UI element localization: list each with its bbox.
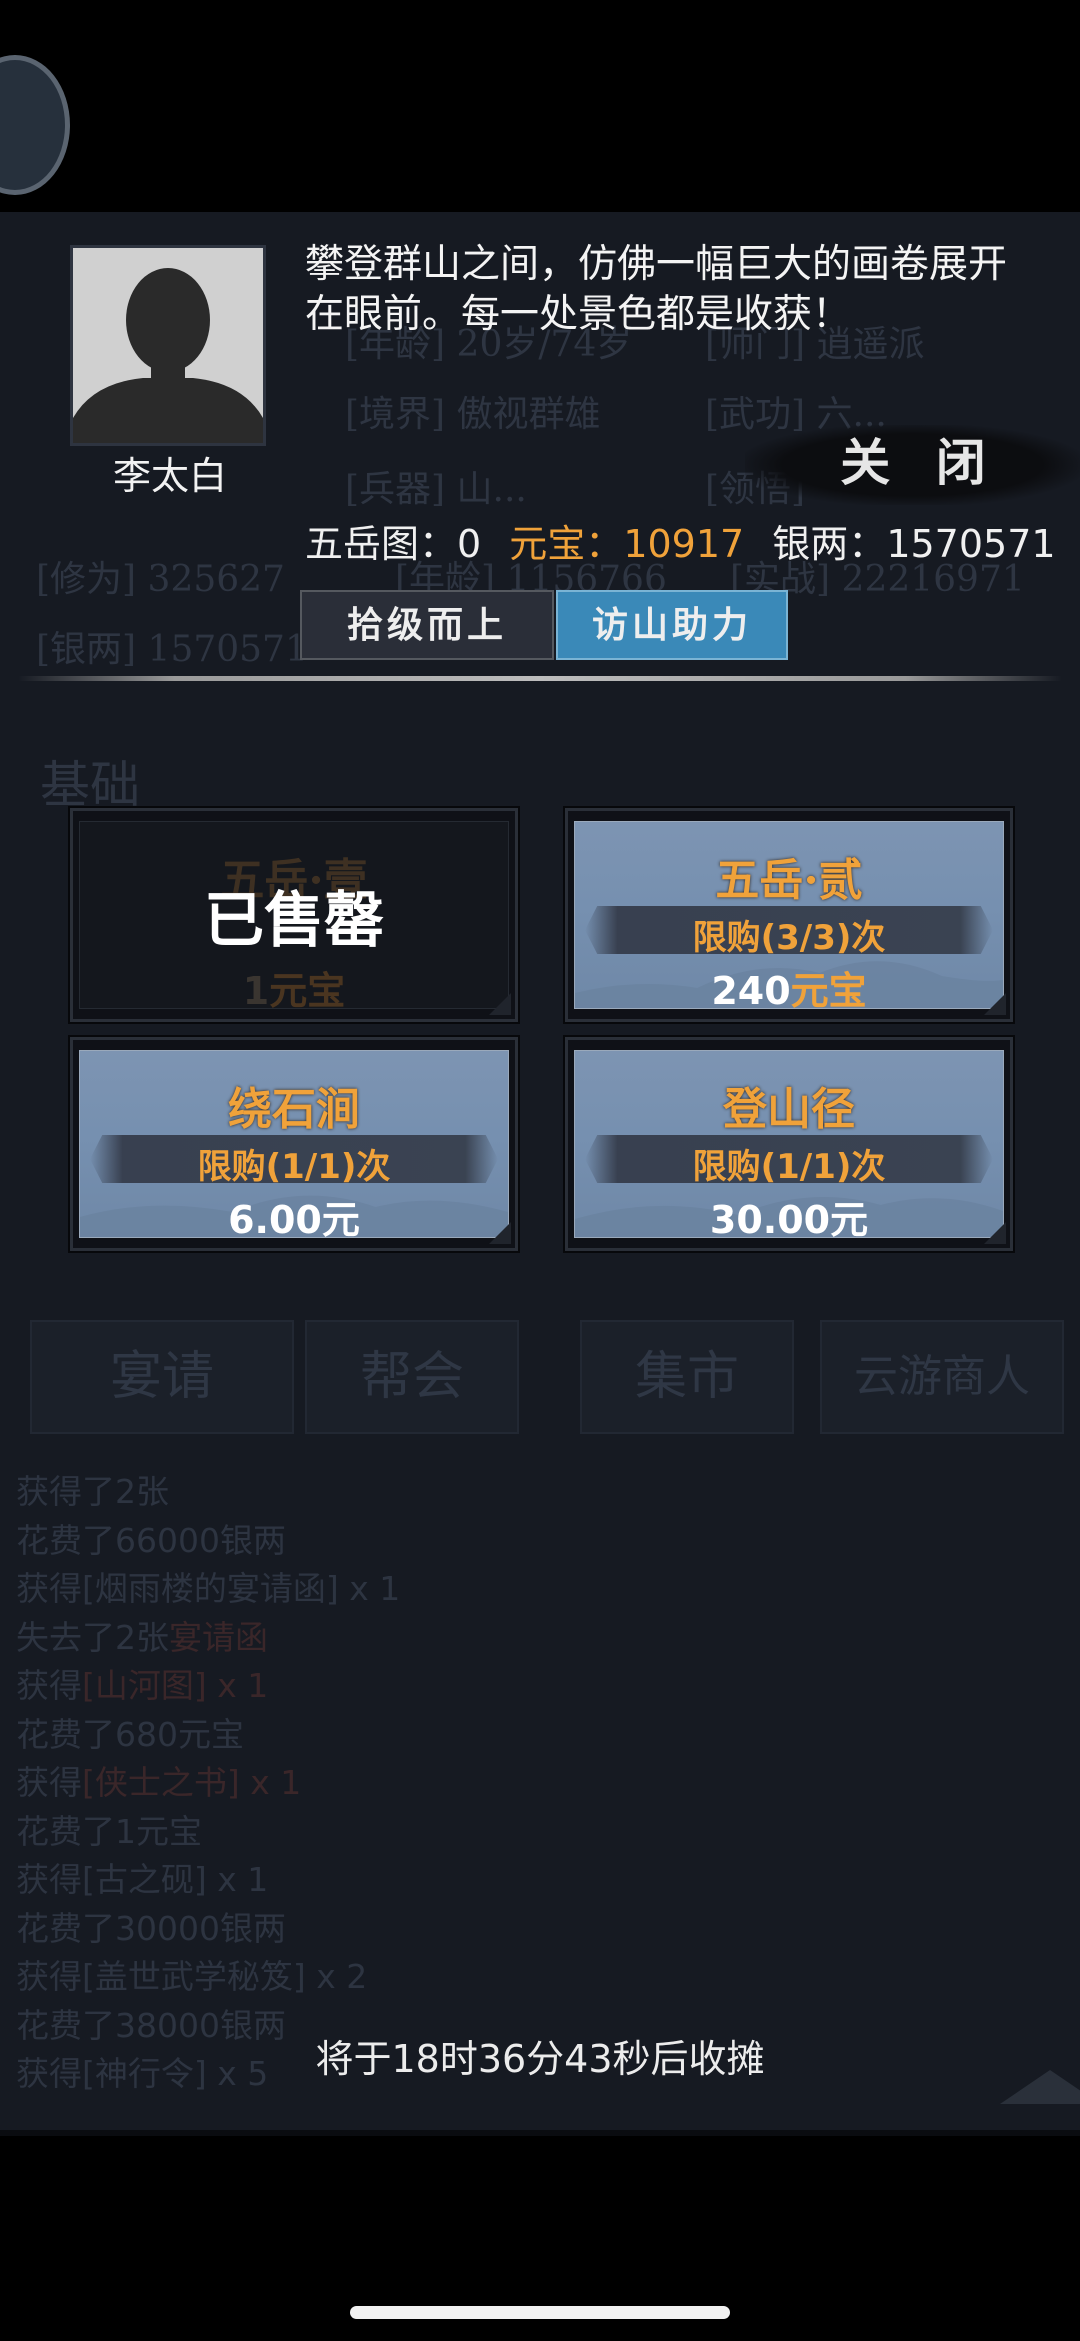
climb-step-button[interactable]: 拾级而上 [300, 590, 554, 660]
item-purchase-limit: 限购(1/1)次 [692, 1147, 886, 1187]
card-background: 绕石涧 限购(1/1)次 6.00元 [79, 1050, 509, 1238]
map-count-label: 五岳图： [305, 522, 458, 566]
log-line: 失去了2张宴请函 [16, 1617, 268, 1657]
item-title: 绕石涧 [228, 1084, 360, 1135]
bg-cultivation: [修为] 325627 [36, 559, 285, 600]
shop-item-card-2[interactable]: 五岳·贰 限购(3/3)次 240元宝 [565, 808, 1013, 1022]
card-corner-fold [489, 993, 511, 1015]
bg-tab-banquet: 宴请 [30, 1320, 294, 1434]
mountain-assist-button[interactable]: 访山助力 [556, 590, 788, 660]
shop-description: 攀登群山之间，仿佛一幅巨大的画卷展开在眼前。每一处景色都是收获！ [305, 242, 1008, 337]
shop-item-card-1[interactable]: 五岳·壹 1元宝 已售罄 [70, 808, 518, 1022]
closing-countdown: 将于18时36分43秒后收摊 [315, 2037, 765, 2081]
log-line: 花费了66000银两 [16, 1520, 286, 1560]
bg-section-title: 基础 [40, 756, 140, 814]
panel-bottom-edge [0, 2130, 1080, 2136]
card-background: 五岳·壹 1元宝 已售罄 [79, 821, 509, 1009]
currency-stats: 五岳图：0 元宝：10917 银两：1570571 [305, 513, 1056, 568]
sold-out-label: 已售罄 [204, 886, 384, 956]
log-line: 花费了30000银两 [16, 1908, 286, 1948]
log-line: 花费了1元宝 [16, 1811, 202, 1851]
card-background: 登山径 限购(1/1)次 30.00元 [574, 1050, 1004, 1238]
log-line: 获得[山河图] x 1 [16, 1666, 269, 1705]
close-button[interactable]: 关 闭 [820, 428, 1020, 498]
log-line: 获得[盖世武学秘笈] x 2 [16, 1957, 368, 1996]
silhouette-avatar-icon [73, 248, 263, 443]
home-indicator[interactable] [350, 2306, 730, 2319]
section-divider [18, 676, 1062, 681]
log-line: 获得[侠士之书] x 1 [16, 1763, 302, 1802]
bg-silver: [银两] 1570571 [36, 629, 308, 670]
shop-item-card-3[interactable]: 绕石涧 限购(1/1)次 6.00元 [70, 1037, 518, 1251]
log-line: 花费了680元宝 [16, 1714, 244, 1754]
shop-item-card-4[interactable]: 登山径 限购(1/1)次 30.00元 [565, 1037, 1013, 1251]
scroll-up-arrow-icon[interactable] [1000, 2070, 1080, 2104]
yuanbao-label: 元宝： [509, 522, 624, 566]
bg-tab-merchant: 云游商人 [820, 1320, 1064, 1434]
silver-value: 1570571 [886, 522, 1056, 566]
item-price: 6.00元 [228, 1198, 360, 1238]
character-name: 李太白 [112, 454, 227, 498]
item-purchase-limit: 限购(1/1)次 [197, 1147, 391, 1187]
map-count-value: 0 [457, 522, 482, 566]
item-price: 240元宝 [711, 969, 867, 1009]
log-line: 获得[烟雨楼的宴请函] x 1 [16, 1569, 401, 1608]
card-corner-fold [984, 1222, 1006, 1244]
item-price: 30.00元 [709, 1198, 869, 1238]
item-price: 1元宝 [242, 969, 346, 1009]
bg-tab-guild: 帮会 [305, 1320, 519, 1434]
item-purchase-limit: 限购(3/3)次 [692, 918, 886, 958]
silver-label: 银两： [772, 522, 887, 566]
item-title: 五岳·贰 [715, 855, 863, 906]
log-line: 获得[古之砚] x 1 [16, 1860, 269, 1899]
card-corner-fold [489, 1222, 511, 1244]
log-line: 获得了2张 [16, 1472, 169, 1511]
card-background: 五岳·贰 限购(3/3)次 240元宝 [574, 821, 1004, 1009]
yuanbao-value: 10917 [623, 522, 745, 566]
bg-weapon: [兵器] 山... [345, 469, 527, 510]
bg-tab-market: 集市 [580, 1320, 794, 1434]
avatar [70, 245, 266, 446]
card-corner-fold [984, 993, 1006, 1015]
bg-realm: [境界] 傲视群雄 [345, 394, 601, 435]
item-title: 登山径 [723, 1084, 855, 1135]
corner-menu-button[interactable] [0, 55, 70, 195]
